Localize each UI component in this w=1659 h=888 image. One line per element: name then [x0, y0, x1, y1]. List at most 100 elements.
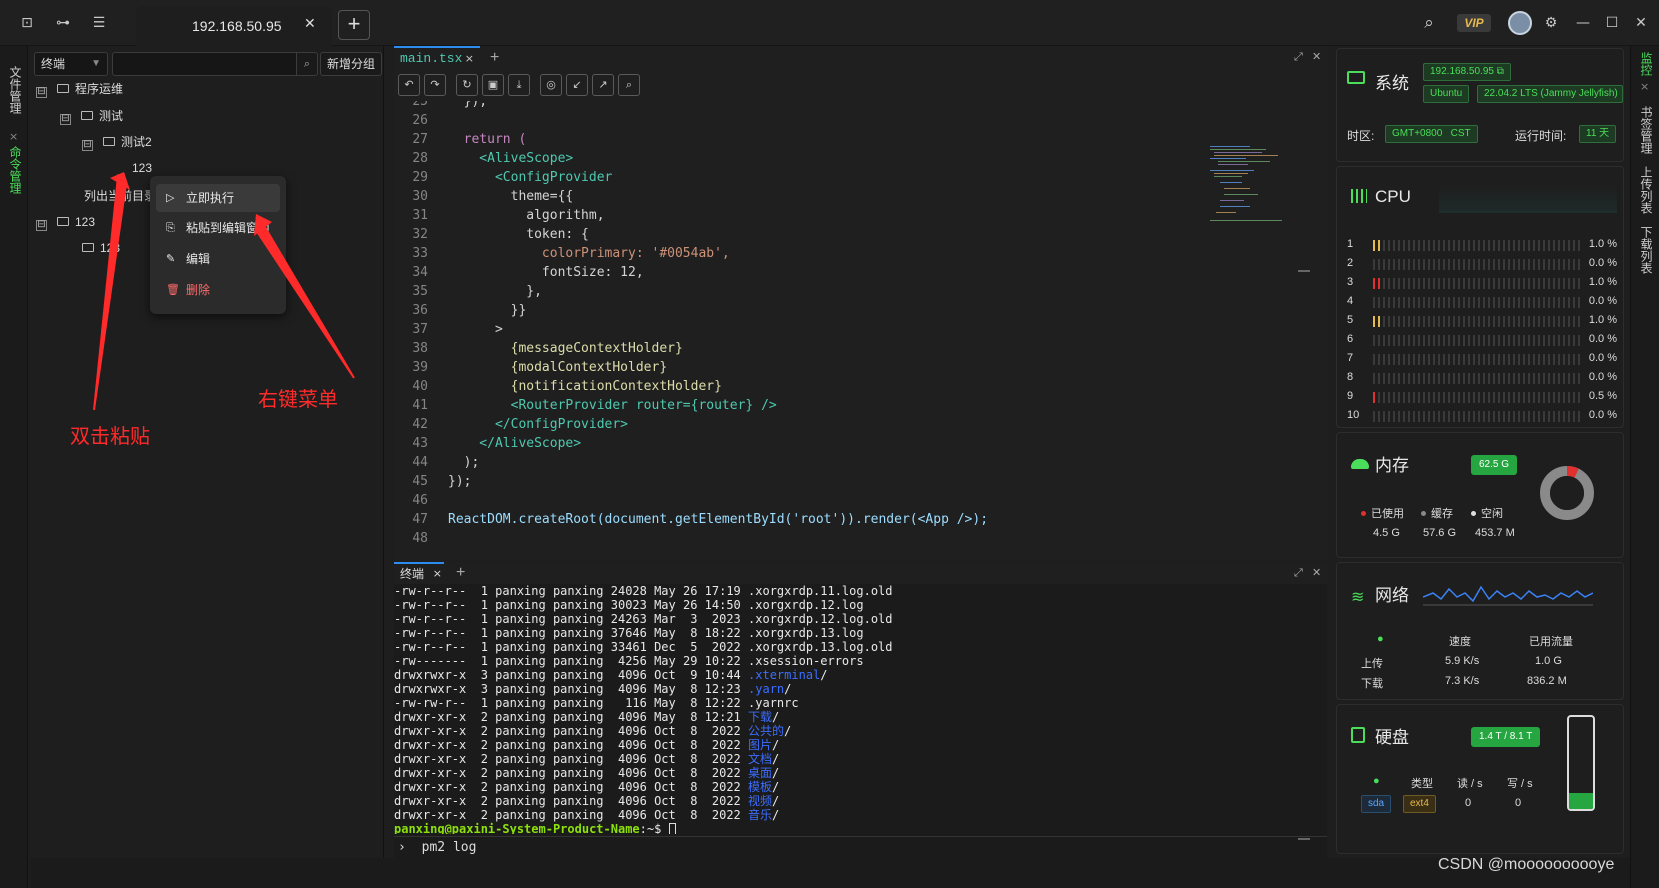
code-area[interactable]: 25 }); 26 27 return (28 <AliveScope> 29 <Co… — [394, 101, 1327, 559]
disk-size-badge: 1.4 T / 8.1 T — [1471, 727, 1541, 747]
tab-label: main.tsx — [400, 51, 463, 66]
folder-icon — [82, 243, 94, 252]
code-line: 26 — [394, 111, 1294, 130]
tree-node[interactable]: ⊟ 123 — [36, 212, 95, 232]
search-input[interactable] — [112, 52, 298, 76]
tree-node[interactable]: 123 — [132, 158, 152, 178]
menu-item-edit[interactable]: ✎ 编辑 — [156, 245, 280, 273]
close-icon[interactable]: × — [433, 564, 442, 584]
type-header: 类型 — [1411, 778, 1433, 790]
maximize-icon[interactable]: ☐ — [1601, 12, 1623, 34]
close-icon[interactable]: × — [9, 130, 18, 143]
terminal-line: -rw-r--r-- 1 panxing panxing 30023 May 2… — [394, 598, 1327, 612]
compass-icon[interactable]: ◎ — [540, 74, 562, 96]
cpu-core-bar — [1373, 278, 1581, 289]
folder-icon — [57, 84, 69, 93]
cpu-core-row: 4 0.0 % — [1347, 294, 1617, 310]
dir-name: 视频 — [748, 794, 773, 808]
minimize-icon[interactable]: — — [1572, 12, 1594, 34]
collapse-icon[interactable]: ⊟ — [60, 114, 71, 125]
scroll-indicator[interactable] — [1298, 838, 1310, 840]
menu-item-delete[interactable]: 🗑 删除 — [156, 276, 280, 304]
redo-icon[interactable]: ↷ — [424, 74, 446, 96]
new-tab-button[interactable]: + — [338, 10, 370, 40]
avatar[interactable] — [1508, 11, 1532, 35]
cpu-core-bar — [1373, 259, 1581, 270]
search-icon[interactable]: ⌕ — [1418, 12, 1440, 34]
cpu-core-number: 9 — [1347, 390, 1354, 402]
terminal-input[interactable]: › pm2 log — [394, 836, 1327, 858]
line-number: 40 — [412, 379, 428, 394]
collapse-icon[interactable]: ⊟ — [82, 140, 93, 151]
close-icon[interactable]: ✕ — [1312, 566, 1321, 579]
scroll-indicator[interactable] — [1298, 270, 1310, 272]
tree-node[interactable]: 123 — [82, 238, 144, 258]
terminal-icon[interactable]: ⊡ — [16, 12, 38, 34]
code-text: colorPrimary: '#0054ab', — [448, 246, 730, 261]
tree-node[interactable]: ⊟ 测试2 — [82, 132, 152, 152]
dir-slash: / — [772, 780, 780, 794]
close-tab-icon[interactable]: ✕ — [304, 16, 316, 32]
expand-icon[interactable]: ⤢ — [1294, 50, 1303, 64]
collapse-icon[interactable]: ⊟ — [36, 220, 47, 231]
bookmark-tab[interactable]: 书签管理 — [1638, 106, 1655, 154]
terminal-panel: 终端 × + ⤢ ✕ -rw-r--r-- 1 panxing panxing … — [394, 562, 1327, 858]
close-icon[interactable]: × — [1640, 80, 1649, 93]
minimap[interactable] — [1210, 146, 1286, 238]
disk-icon — [1351, 727, 1365, 743]
line-number: 27 — [412, 132, 428, 147]
chevron-down-icon: ▼ — [91, 58, 101, 69]
version-tag: 22.04.2 LTS (Jammy Jellyfish) — [1477, 85, 1623, 103]
fullscreen-icon[interactable]: ↗ — [592, 74, 614, 96]
disk-device-tag: sda — [1361, 795, 1392, 813]
undo-icon[interactable]: ↶ — [398, 74, 420, 96]
ip-tag[interactable]: 192.168.50.95 ⧉ — [1423, 63, 1511, 81]
code-line: 42 </ConfigProvider> — [394, 415, 1294, 434]
add-tab-icon[interactable]: + — [490, 46, 499, 70]
dir-slash: / — [772, 808, 780, 822]
list-icon[interactable]: ☰ — [88, 12, 110, 34]
save-icon[interactable]: ▣ — [482, 74, 504, 96]
search-icon[interactable]: ⌕ — [296, 52, 318, 76]
tab-host[interactable]: 192.168.50.95 ✕ — [136, 6, 332, 46]
line-number: 28 — [412, 151, 428, 166]
dir-name: 文档 — [748, 752, 773, 766]
line-number: 44 — [412, 455, 428, 470]
menu-item-paste[interactable]: ⎘ 粘贴到编辑窗口 — [156, 214, 280, 242]
tab-label: 终端 — [400, 567, 425, 581]
code-line: 48 — [394, 529, 1294, 548]
download-icon[interactable]: ⤓ — [508, 74, 530, 96]
tab-terminal[interactable]: 终端 × — [394, 562, 444, 584]
cpu-core-value: 1.0 % — [1588, 314, 1617, 326]
menu-item-run[interactable]: ▷ 立即执行 — [156, 184, 280, 212]
file-manager-tab[interactable]: 文件管理 — [7, 66, 24, 114]
delete-icon: 🗑 — [166, 283, 180, 296]
monitor-tab[interactable]: 监控 — [1638, 52, 1655, 76]
tree-node[interactable]: ⊟ 测试 — [60, 106, 123, 126]
add-tab-icon[interactable]: + — [456, 562, 465, 584]
upload-list-tab[interactable]: 上传列表 — [1638, 166, 1655, 214]
search-icon[interactable]: ⌕ — [618, 74, 640, 96]
file-attrs: drwxr-xr-x 2 panxing panxing 4096 Oct 8 … — [394, 780, 749, 794]
close-icon[interactable]: ✕ — [1312, 50, 1321, 63]
command-manager-tab[interactable]: 命令管理 — [7, 146, 24, 194]
expand-icon[interactable]: ⤢ — [1294, 566, 1303, 580]
watermark: CSDN @moooooooooye — [1438, 856, 1615, 873]
tab-main-tsx[interactable]: main.tsx × — [394, 46, 480, 70]
app-window: ⊡ ⊶ ☰ 192.168.50.95 ✕ + ⌕ VIP ⚙ — ☐ ✕ 文件… — [0, 0, 1659, 888]
close-icon[interactable]: ✕ — [1630, 12, 1652, 34]
close-icon[interactable]: × — [465, 48, 474, 70]
add-group-button[interactable]: 新增分组 — [320, 52, 382, 76]
refresh-icon[interactable]: ↻ — [456, 74, 478, 96]
tree-node-label: 列出当前目录 — [84, 189, 157, 203]
vip-badge[interactable]: VIP — [1457, 14, 1491, 32]
tree-icon[interactable]: ⊶ — [52, 12, 74, 34]
collapse-icon[interactable]: ⊟ — [36, 87, 47, 98]
terminal-output[interactable]: -rw-r--r-- 1 panxing panxing 24028 May 2… — [394, 584, 1327, 834]
group-select[interactable]: 终端 ▼ — [34, 52, 108, 76]
download-list-tab[interactable]: 下载列表 — [1638, 226, 1655, 274]
gear-icon[interactable]: ⚙ — [1540, 12, 1562, 34]
system-card: 系统 192.168.50.95 ⧉ Ubuntu 22.04.2 LTS (J… — [1336, 48, 1624, 162]
tree-node[interactable]: ⊟ 程序运维 — [36, 79, 123, 99]
shrink-icon[interactable]: ↙ — [566, 74, 588, 96]
